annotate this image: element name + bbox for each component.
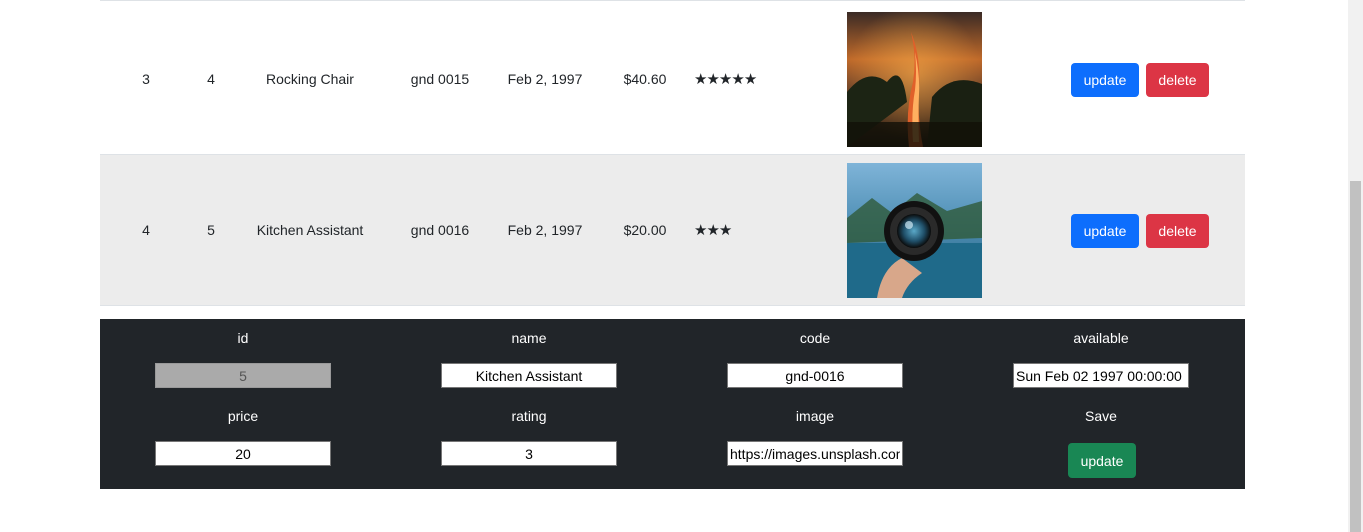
rating-input[interactable] [441,441,617,466]
scrollbar[interactable] [1348,0,1363,532]
row-code: gnd 0016 [410,222,470,238]
product-image [847,163,982,298]
row-name: Rocking Chair [266,71,354,87]
rating-stars: ★ ★ ★ [694,155,804,305]
star-icon: ★ [706,222,719,239]
available-input[interactable] [1013,363,1189,388]
row-price: $20.00 [623,222,667,238]
table-row: 3 4 Rocking Chair gnd 0015 Feb 2, 1997 $… [100,4,1245,155]
row-date: Feb 2, 1997 [507,71,583,87]
products-table: 3 4 Rocking Chair gnd 0015 Feb 2, 1997 $… [100,0,1245,306]
delete-button[interactable]: delete [1146,63,1209,97]
row-id: 4 [207,71,215,87]
row-id: 5 [207,222,215,238]
star-icon: ★ [718,222,732,239]
id-input[interactable] [155,363,331,388]
star-icon: ★ [694,222,707,239]
rating-label: rating [511,408,547,424]
code-input[interactable] [727,363,903,388]
table-row: 4 5 Kitchen Assistant gnd 0016 Feb 2, 19… [100,155,1245,306]
row-code: gnd 0015 [410,71,470,87]
image-label: image [795,408,835,424]
delete-button[interactable]: delete [1146,214,1209,248]
edit-product-form: id name code available price rating imag… [100,319,1245,489]
row-price: $40.60 [623,71,667,87]
name-label: name [511,330,547,346]
available-label: available [1073,330,1129,346]
name-input[interactable] [441,363,617,388]
rating-stars: ★ ★ ★ ★ ★ [694,4,804,154]
save-update-button[interactable]: update [1068,443,1136,478]
row-name: Kitchen Assistant [256,222,364,238]
scrollbar-thumb[interactable] [1350,181,1361,532]
price-label: price [227,408,259,424]
save-label: Save [1085,408,1117,424]
update-button[interactable]: update [1071,63,1139,97]
row-index: 4 [142,222,150,238]
sunset-fire-photo-icon [847,12,982,147]
star-icon: ★ [743,71,757,88]
star-icon: ★ [694,71,707,88]
image-input[interactable] [727,441,903,466]
price-input[interactable] [155,441,331,466]
star-icon: ★ [718,71,732,88]
lens-lake-photo-icon [847,163,982,298]
id-label: id [237,330,249,346]
row-date: Feb 2, 1997 [507,222,583,238]
star-icon: ★ [731,71,744,88]
star-icon: ★ [706,71,719,88]
update-button[interactable]: update [1071,214,1139,248]
product-image [847,12,982,147]
row-index: 3 [142,71,150,87]
code-label: code [799,330,831,346]
